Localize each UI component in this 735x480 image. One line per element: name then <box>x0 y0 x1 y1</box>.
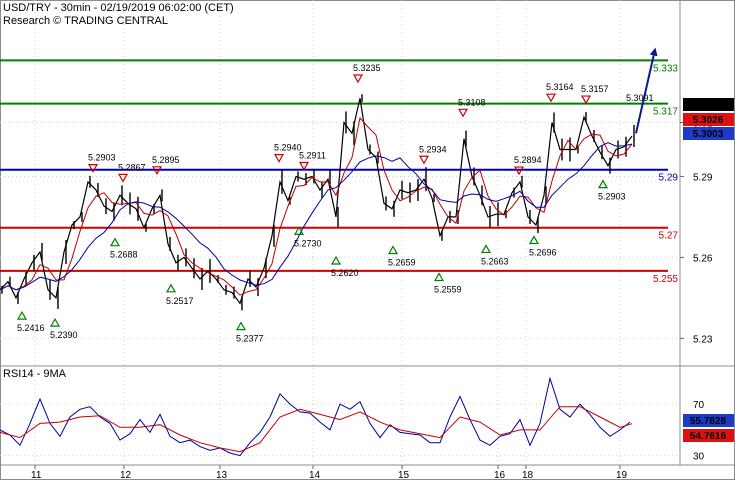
swing-low-label: 5.2559 <box>434 284 462 294</box>
swing-low-marker <box>235 321 247 331</box>
time-tick-label: 13 <box>216 470 228 480</box>
swing-low-label: 5.2903 <box>598 192 626 202</box>
swing-high-label: 5.3157 <box>581 84 609 94</box>
swing-high-label: 5.2894 <box>514 155 542 165</box>
rsi-value-label: 55.7828 <box>690 416 727 427</box>
swing-low-marker <box>480 244 492 254</box>
swing-low-marker <box>387 245 399 255</box>
swing-high-marker <box>352 74 364 84</box>
swing-low-label: 5.2663 <box>481 256 509 266</box>
swing-low-marker <box>597 179 609 189</box>
swing-low-label: 5.2377 <box>236 334 264 344</box>
time-tick-label: 11 <box>31 470 42 480</box>
level-label: 5.255 <box>653 274 678 285</box>
price-chart: 5.333 5.317 5.29 5.27 5.255 5.2416 5.2390 5.29… <box>0 0 735 480</box>
swing-high-marker <box>457 108 469 118</box>
rsi-tick-label: 70 <box>693 400 705 411</box>
swing-high-label: 5.2895 <box>152 155 180 165</box>
swing-low-marker <box>433 272 445 282</box>
swing-low-marker <box>330 255 342 265</box>
price-tick-label: 5.26 <box>693 253 713 264</box>
level-label: 5.333 <box>653 63 678 74</box>
rsi-tick-label: 30 <box>693 452 705 463</box>
swing-high-label: 5.2934 <box>419 144 447 154</box>
grid-lines <box>0 0 680 465</box>
swing-low-label: 5.2390 <box>50 330 78 340</box>
price-annotation-label: 5.3091 <box>626 93 654 103</box>
swing-low-label: 5.2688 <box>110 250 138 260</box>
swing-low-marker <box>16 310 28 320</box>
swing-low-label: 5.2659 <box>388 258 416 268</box>
time-tick-label: 12 <box>120 470 132 480</box>
swing-high-label: 5.3164 <box>546 82 574 92</box>
swing-low-label: 5.2517 <box>166 296 194 306</box>
rsi-value-label: 54.7616 <box>690 431 727 442</box>
level-label: 5.27 <box>659 231 679 242</box>
rsi-series <box>0 376 633 457</box>
price-value-label: 5.3026 <box>693 115 724 126</box>
swing-low-marker <box>109 237 121 247</box>
swing-high-marker <box>117 173 129 183</box>
swing-high-marker <box>298 161 310 171</box>
swing-low-label: 5.2620 <box>331 268 359 278</box>
time-tick-label: 18 <box>522 470 534 480</box>
time-tick-label: 16 <box>494 470 506 480</box>
swing-low-label: 5.2696 <box>529 248 557 258</box>
time-tick-label: 14 <box>309 470 321 480</box>
swing-low-label: 5.2416 <box>17 323 45 333</box>
swing-low-marker <box>165 283 177 293</box>
price-line <box>0 98 633 305</box>
price-value-label: 5.3003 <box>693 129 724 140</box>
swing-high-marker <box>273 154 285 163</box>
swing-high-label: 5.2867 <box>118 162 146 172</box>
swing-low-label: 5.2730 <box>294 238 322 248</box>
swing-high-label: 5.2911 <box>299 150 326 160</box>
swing-high-marker <box>580 95 592 105</box>
time-tick-label: 19 <box>616 470 628 480</box>
time-tick-label: 15 <box>398 470 410 480</box>
swing-low-marker <box>49 317 61 327</box>
rsi-line <box>0 376 631 457</box>
projection-arrow <box>635 47 658 134</box>
swing-high-label: 5.3108 <box>458 97 486 107</box>
swing-high-marker <box>545 93 557 103</box>
swing-high-label: 5.2940 <box>274 143 302 153</box>
swing-high-label: 5.3235 <box>353 63 381 73</box>
annotations: 5.2416 5.2390 5.2903 5.2688 5.2867 5.2895 5.25… <box>16 63 654 344</box>
level-label: 5.29 <box>659 173 679 184</box>
level-label: 5.317 <box>653 107 678 118</box>
swing-low-marker <box>528 235 540 245</box>
price-value-label: 5.3066 <box>693 100 724 111</box>
price-tick-label: 5.29 <box>693 172 713 183</box>
price-tick-label: 5.23 <box>693 334 713 345</box>
swing-high-label: 5.2903 <box>88 153 116 163</box>
swing-high-marker <box>418 155 430 165</box>
